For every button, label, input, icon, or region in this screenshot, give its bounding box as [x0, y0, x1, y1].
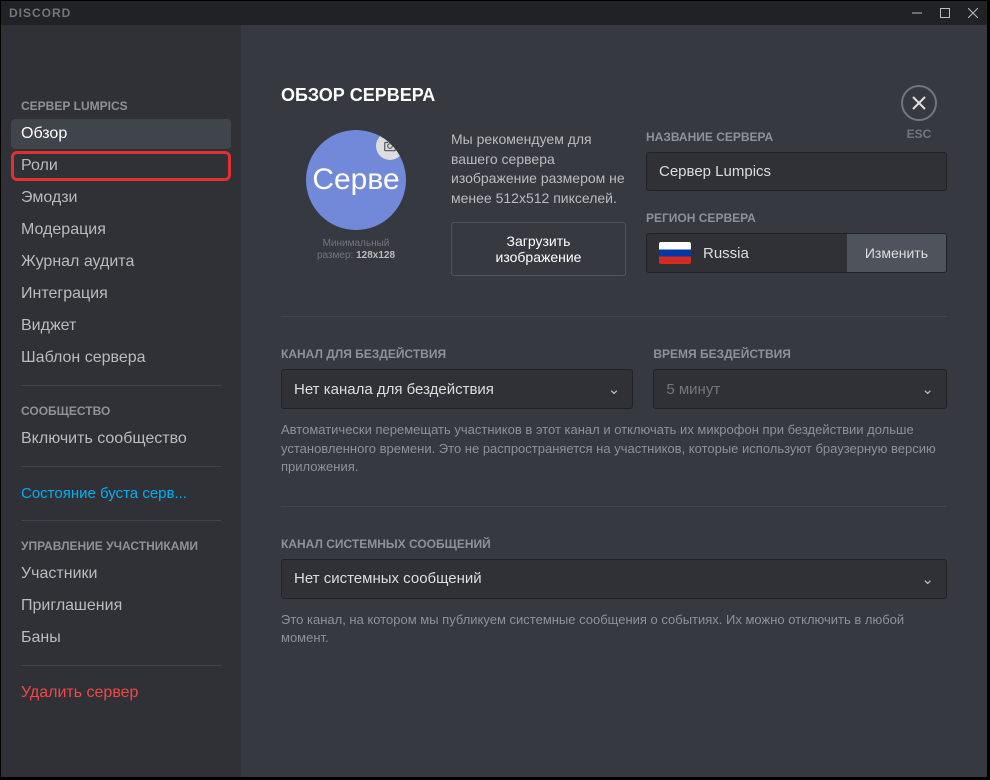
avatar-column: Серве Минимальный размер: 128x128: [281, 130, 431, 276]
window-controls: [903, 1, 987, 25]
sidebar-item-template[interactable]: Шаблон сервера: [11, 343, 231, 373]
afk-timeout-label: ВРЕМЯ БЕЗДЕЙСТВИЯ: [653, 347, 947, 361]
server-region-label: РЕГИОН СЕРВЕРА: [646, 211, 947, 225]
afk-row: КАНАЛ ДЛЯ БЕЗДЕЙСТВИЯ Нет канала для без…: [281, 347, 947, 409]
sidebar-item-integrations[interactable]: Интеграция: [11, 279, 231, 309]
divider: [281, 506, 947, 507]
region-display: Russia: [647, 234, 847, 272]
app-brand: DISCORD: [9, 6, 71, 20]
main-panel: ESC ОБЗОР СЕРВЕРА Серве Минимальный разм…: [241, 25, 987, 777]
afk-channel-label: КАНАЛ ДЛЯ БЕЗДЕЙСТВИЯ: [281, 347, 633, 361]
sidebar-category-server: СЕРВЕР LUMPICS: [11, 93, 231, 119]
divider: [21, 665, 221, 666]
divider: [281, 316, 947, 317]
recommend-column: Мы рекомендуем для вашего сервера изобра…: [451, 130, 626, 276]
sidebar-category-community: СООБЩЕСТВО: [11, 398, 231, 424]
sidebar-item-invites[interactable]: Приглашения: [11, 591, 231, 621]
fields-column: НАЗВАНИЕ СЕРВЕРА РЕГИОН СЕРВЕРА Russia И…: [646, 130, 947, 276]
server-name-input[interactable]: [646, 152, 947, 191]
close-settings-button[interactable]: [901, 85, 937, 121]
sidebar-item-emoji[interactable]: Эмодзи: [11, 183, 231, 213]
maximize-button[interactable]: [931, 1, 959, 25]
sidebar-item-delete-server[interactable]: Удалить сервер: [11, 678, 231, 708]
sidebar-item-bans[interactable]: Баны: [11, 623, 231, 653]
close-window-button[interactable]: [959, 1, 987, 25]
titlebar: DISCORD: [1, 1, 987, 25]
system-channel-value: Нет системных сообщений: [294, 570, 482, 587]
page-title: ОБЗОР СЕРВЕРА: [281, 85, 947, 106]
region-value: Russia: [703, 245, 749, 262]
app-window: DISCORD СЕРВЕР LUMPICS Обзор Роли Эмодзи…: [0, 0, 988, 778]
afk-channel-select[interactable]: Нет канала для бездействия ⌄: [281, 369, 633, 409]
change-region-button[interactable]: Изменить: [847, 234, 946, 272]
system-channel-help-text: Это канал, на котором мы публикуем систе…: [281, 611, 947, 647]
server-avatar[interactable]: Серве: [306, 130, 406, 230]
avatar-placeholder-text: Серве: [312, 163, 399, 197]
chevron-down-icon: ⌄: [921, 570, 934, 588]
sidebar-item-audit-log[interactable]: Журнал аудита: [11, 247, 231, 277]
afk-timeout-value: 5 минут: [666, 381, 720, 398]
minimize-button[interactable]: [903, 1, 931, 25]
chevron-down-icon: ⌄: [921, 380, 934, 398]
avatar-min-size: Минимальный размер: 128x128: [281, 238, 431, 262]
sidebar-category-members: УПРАВЛЕНИЕ УЧАСТНИКАМИ: [11, 533, 231, 559]
divider: [21, 385, 221, 386]
afk-channel-value: Нет канала для бездействия: [294, 381, 494, 398]
content: СЕРВЕР LUMPICS Обзор Роли Эмодзи Модерац…: [1, 25, 987, 777]
close-icon: [911, 95, 927, 111]
sidebar-item-enable-community[interactable]: Включить сообщество: [11, 424, 231, 454]
overview-row: Серве Минимальный размер: 128x128 Мы рек…: [281, 130, 947, 276]
flag-russia-icon: [659, 242, 691, 264]
sidebar-item-boost-status[interactable]: Состояние буста серв...: [11, 479, 231, 508]
divider: [21, 466, 221, 467]
sidebar-item-roles[interactable]: Роли: [11, 151, 231, 181]
afk-timeout-select[interactable]: 5 минут ⌄: [653, 369, 947, 409]
sidebar-item-moderation[interactable]: Модерация: [11, 215, 231, 245]
close-label: ESC: [901, 127, 937, 141]
afk-help-text: Автоматически перемещать участников в эт…: [281, 421, 947, 476]
upload-image-button[interactable]: Загрузить изображение: [451, 222, 626, 276]
settings-sidebar: СЕРВЕР LUMPICS Обзор Роли Эмодзи Модерац…: [1, 25, 241, 777]
system-channel-label: КАНАЛ СИСТЕМНЫХ СООБЩЕНИЙ: [281, 537, 947, 551]
system-channel-select[interactable]: Нет системных сообщений ⌄: [281, 559, 947, 599]
sidebar-item-overview[interactable]: Обзор: [11, 119, 231, 149]
chevron-down-icon: ⌄: [608, 380, 621, 398]
sidebar-item-members[interactable]: Участники: [11, 559, 231, 589]
region-row: Russia Изменить: [646, 233, 947, 273]
sidebar-item-widget[interactable]: Виджет: [11, 311, 231, 341]
upload-image-icon: [376, 132, 404, 160]
divider: [21, 520, 221, 521]
recommend-text: Мы рекомендуем для вашего сервера изобра…: [451, 130, 626, 208]
